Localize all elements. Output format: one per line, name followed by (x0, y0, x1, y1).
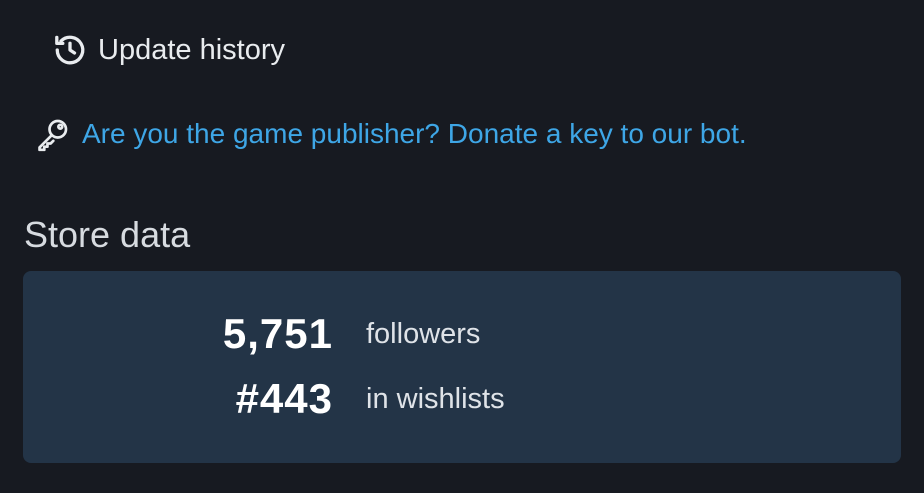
update-history-link[interactable]: Update history (52, 28, 285, 72)
history-icon (52, 32, 88, 68)
followers-count: 5,751 (222, 310, 333, 357)
wishlist-label: in wishlists (366, 382, 505, 415)
stat-row-followers: 5,751 followers (23, 309, 901, 359)
store-data-card: 5,751 followers #443 in wishlists (23, 271, 901, 463)
donate-key-text: Are you the game publisher? Donate a key… (82, 118, 747, 149)
stat-row-wishlists: #443 in wishlists (23, 374, 901, 424)
update-history-label: Update history (98, 33, 285, 66)
donate-key-link[interactable]: Are you the game publisher? Donate a key… (34, 112, 747, 156)
store-data-title: Store data (24, 214, 191, 255)
wishlist-rank: #443 (235, 375, 333, 422)
page: Update history Are you the game publishe… (0, 0, 924, 493)
key-icon (34, 115, 72, 153)
followers-label: followers (366, 317, 481, 350)
